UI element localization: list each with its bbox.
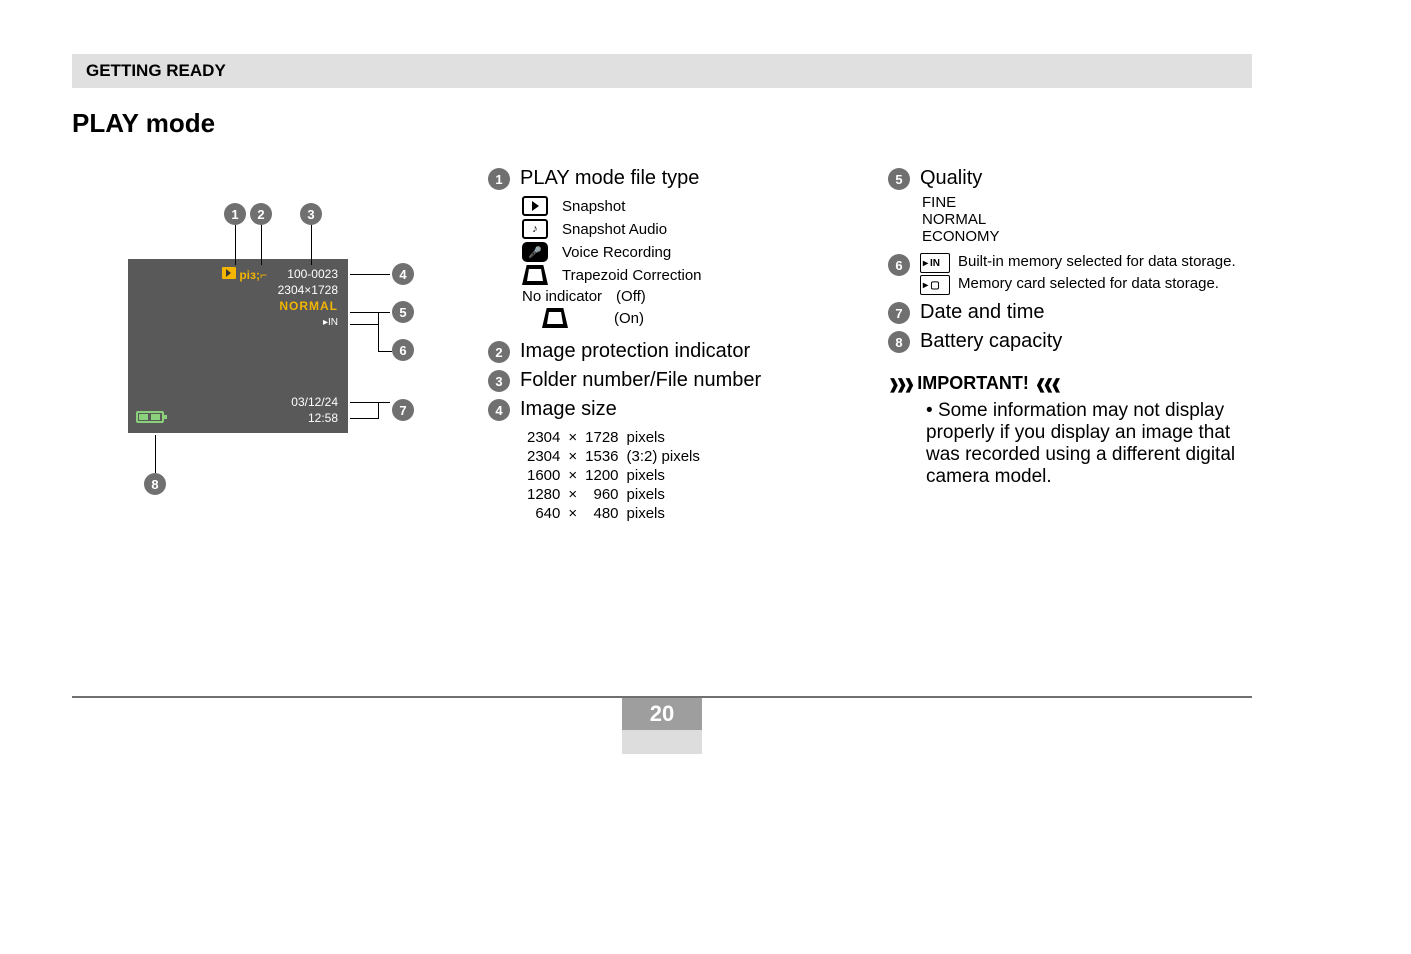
image-size-table: 2304×1728pixels 2304×1536(3:2) pixels 1600… xyxy=(522,427,705,524)
chevrons-left-icon xyxy=(1035,373,1058,394)
callout-7: 7 xyxy=(392,399,414,421)
legend6-card: Memory card selected for data storage. xyxy=(958,275,1219,292)
callout-4: 4 xyxy=(392,263,414,285)
table-row: 2304×1536(3:2) pixels xyxy=(524,448,703,465)
badge-6: 6 xyxy=(888,254,910,276)
table-row: 1280×960pixels xyxy=(524,486,703,503)
callout-3: 3 xyxy=(300,203,322,225)
legend8-title: Battery capacity xyxy=(920,330,1062,353)
legend7-title: Date and time xyxy=(920,301,1045,324)
content-area: різ;⌐⚿ 100-0023 2304×1728 NORMAL ▸IN 03… xyxy=(72,167,1252,524)
voice-icon xyxy=(522,242,548,262)
lcd-memory-icon: ▸IN xyxy=(323,317,338,328)
quality-fine: FINE xyxy=(922,194,1252,211)
quality-normal: NORMAL xyxy=(922,211,1252,228)
legend1-title: PLAY mode file type xyxy=(520,167,699,190)
play-mode-icon xyxy=(222,267,236,279)
legend-column-b: 5 Quality FINE NORMAL ECONOMY 6 IN Built… xyxy=(888,167,1252,524)
legend1-snapshot: Snapshot xyxy=(562,198,625,215)
table-row: 640×480pixels xyxy=(524,505,703,522)
badge-7: 7 xyxy=(888,302,910,324)
lcd-date: 03/12/24 xyxy=(291,395,338,409)
legend1-on: (On) xyxy=(614,310,644,327)
section-header: GETTING READY xyxy=(72,54,1252,88)
legend1-voice: Voice Recording xyxy=(562,244,671,261)
lcd-size: 2304×1728 xyxy=(278,283,338,297)
lcd-folder-file: 100-0023 xyxy=(287,267,338,281)
legend4-title: Image size xyxy=(520,398,617,421)
legend3-title: Folder number/File number xyxy=(520,369,761,392)
legend1-trapezoid: Trapezoid Correction xyxy=(562,267,702,284)
legend1-off: (Off) xyxy=(616,288,646,305)
table-row: 1600×1200pixels xyxy=(524,467,703,484)
quality-economy: ECONOMY xyxy=(922,228,1252,245)
trapezoid-icon xyxy=(522,265,548,285)
callout-6: 6 xyxy=(392,339,414,361)
badge-8: 8 xyxy=(888,331,910,353)
legend5-title: Quality xyxy=(920,167,982,190)
builtin-memory-icon: IN xyxy=(920,253,950,273)
important-body: Some information may not display properl… xyxy=(926,400,1252,488)
badge-2: 2 xyxy=(488,341,510,363)
page-number: 20 xyxy=(622,698,702,730)
callout-2: 2 xyxy=(250,203,272,225)
page-footer: 20 xyxy=(72,696,1252,754)
legend1-noind: No indicator xyxy=(522,288,602,305)
snapshot-audio-icon xyxy=(522,219,548,239)
important-label: IMPORTANT! xyxy=(917,373,1029,394)
legend6-builtin: Built-in memory selected for data storag… xyxy=(958,253,1236,270)
chevrons-right-icon xyxy=(888,373,911,394)
legend-column-a: 1 PLAY mode file type Snapshot Snapshot … xyxy=(488,167,848,524)
lcd-quality: NORMAL xyxy=(279,299,338,313)
legend2-title: Image protection indicator xyxy=(520,340,750,363)
callout-8: 8 xyxy=(144,473,166,495)
legend1-snapshot-audio: Snapshot Audio xyxy=(562,221,667,238)
badge-1: 1 xyxy=(488,168,510,190)
badge-5: 5 xyxy=(888,168,910,190)
callout-5: 5 xyxy=(392,301,414,323)
lcd-battery-icon xyxy=(136,411,164,423)
important-heading: IMPORTANT! xyxy=(888,373,1252,394)
manual-page: GETTING READY PLAY mode різ;⌐⚿ 100-0023… xyxy=(72,54,1252,524)
badge-4: 4 xyxy=(488,399,510,421)
camera-lcd-mock: різ;⌐⚿ 100-0023 2304×1728 NORMAL ▸IN 03… xyxy=(128,259,348,433)
callout-1: 1 xyxy=(224,203,246,225)
card-memory-icon: ▢ xyxy=(920,275,950,295)
protect-key-icon: різ;⌐⚿ xyxy=(239,268,267,282)
snapshot-icon xyxy=(522,196,548,216)
table-row: 2304×1728pixels xyxy=(524,429,703,446)
badge-3: 3 xyxy=(488,370,510,392)
page-title: PLAY mode xyxy=(72,108,1252,139)
trapezoid-on-icon xyxy=(542,308,568,328)
lcd-time: 12:58 xyxy=(308,411,338,425)
diagram-column: різ;⌐⚿ 100-0023 2304×1728 NORMAL ▸IN 03… xyxy=(72,167,448,524)
